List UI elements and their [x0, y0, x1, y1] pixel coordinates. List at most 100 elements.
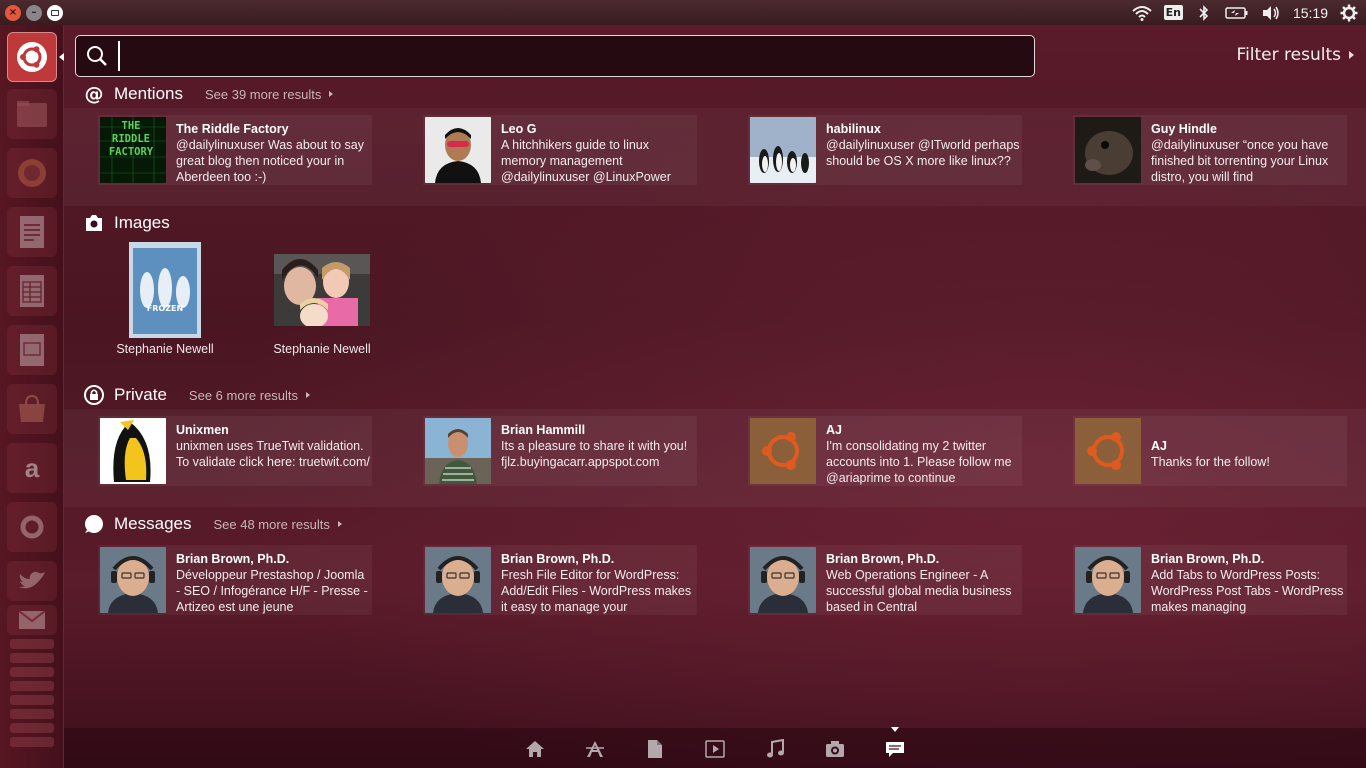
lock-icon [84, 385, 104, 405]
private-result-body: Thanks for the follow! [1151, 455, 1270, 469]
search-input[interactable] [118, 41, 1034, 71]
image-result[interactable]: Stephanie Newell [252, 242, 392, 356]
launcher: a [0, 25, 64, 768]
private-result[interactable]: AJ Thanks for the follow! [1073, 416, 1347, 486]
see-more-label: See 39 more results [204, 86, 322, 102]
launcher-stack-item[interactable] [10, 639, 54, 649]
launcher-stack-item[interactable] [10, 723, 54, 733]
filter-results-button[interactable]: Filter results [1237, 45, 1354, 65]
message-result[interactable]: Brian Brown, Ph.D. Web Operations Engine… [748, 545, 1022, 615]
at-sign-icon: @ [84, 83, 104, 105]
guy-hindle-avatar [1075, 117, 1141, 183]
settings-icon[interactable] [7, 502, 57, 552]
private-see-more[interactable]: See 6 more results [188, 387, 311, 403]
mention-text: Guy Hindle @dailylinuxuser “once you hav… [1151, 121, 1345, 185]
wifi-icon[interactable] [1131, 3, 1152, 23]
twitter-icon[interactable] [7, 561, 57, 601]
mention-title: Leo G [501, 122, 537, 136]
private-result-body: I'm consolidating my 2 twitter accounts … [826, 439, 1012, 485]
home-lens-icon[interactable] [525, 739, 545, 759]
music-lens-icon[interactable] [765, 739, 785, 759]
penguins-avatar [750, 117, 816, 183]
message-text: Brian Brown, Ph.D. Fresh File Editor for… [501, 551, 695, 615]
riddle-factory-thumb-text: THE RIDDLE FACTORY [108, 120, 154, 158]
chevron-right-icon [1349, 51, 1354, 59]
volume-icon[interactable] [1261, 3, 1281, 23]
brian-hammill-avatar [425, 418, 491, 484]
private-title: Private [114, 385, 167, 404]
launcher-stack-item[interactable] [10, 653, 54, 663]
mention-body: @dailylinuxuser “once you have finished … [1151, 138, 1329, 184]
video-lens-icon[interactable] [705, 739, 725, 759]
chevron-right-icon [329, 91, 334, 97]
launcher-stack-item[interactable] [10, 695, 54, 705]
private-text: AJ Thanks for the follow! [1151, 438, 1270, 502]
aj-ubuntu-avatar [1075, 418, 1141, 484]
apps-lens-icon[interactable] [585, 739, 605, 759]
messages-header: Messages See 48 more results [84, 514, 342, 534]
social-lens-icon[interactable] [885, 727, 905, 759]
mention-result[interactable]: Guy Hindle @dailylinuxuser “once you hav… [1073, 115, 1347, 185]
mention-body: @dailylinuxuser Was about to say great b… [176, 138, 365, 184]
mention-result[interactable]: Leo G A hitchhikers guide to linux memor… [423, 115, 697, 185]
firefox-icon[interactable] [7, 148, 57, 198]
private-result[interactable]: Brian Hammill Its a pleasure to share it… [423, 416, 697, 486]
close-icon[interactable]: × [5, 4, 21, 21]
mentions-see-more[interactable]: See 39 more results [204, 86, 334, 102]
message-result[interactable]: Brian Brown, Ph.D. Add Tabs to WordPress… [1073, 545, 1347, 615]
launcher-stack-item[interactable] [10, 709, 54, 719]
dash: Filter results @ Mentions See 39 more re… [64, 25, 1366, 768]
keyboard-layout-indicator[interactable]: En [1163, 3, 1183, 23]
amazon-glyph: a [24, 452, 40, 483]
mention-result[interactable]: habilinux @dailylinuxuser @ITworld perha… [748, 115, 1022, 185]
launcher-stack-item[interactable] [10, 667, 54, 677]
message-title: Brian Brown, Ph.D. [176, 552, 290, 566]
files-lens-icon[interactable] [645, 739, 665, 759]
image-caption: Stephanie Newell [116, 342, 214, 356]
message-result[interactable]: Brian Brown, Ph.D. Fresh File Editor for… [423, 545, 697, 615]
window-controls: × – [0, 4, 63, 21]
writer-icon[interactable] [7, 207, 57, 257]
keyboard-layout-label: En [1163, 5, 1183, 20]
private-result[interactable]: AJ I'm consolidating my 2 twitter accoun… [748, 416, 1022, 486]
private-text: Unixmen unixmen uses TrueTwit validation… [176, 422, 370, 486]
gear-icon[interactable] [1340, 3, 1358, 23]
files-icon[interactable] [7, 89, 57, 139]
brian-brown-avatar [425, 547, 491, 613]
private-result[interactable]: Unixmen unixmen uses TrueTwit validation… [98, 416, 372, 486]
unixmen-avatar [100, 418, 166, 484]
message-text: Brian Brown, Ph.D. Add Tabs to WordPress… [1151, 551, 1345, 615]
gmail-icon[interactable] [7, 605, 57, 635]
minimize-icon[interactable]: – [26, 4, 42, 21]
active-lens-pointer [891, 727, 899, 732]
photo-lens-icon[interactable] [825, 739, 845, 759]
amazon-icon[interactable]: a [7, 443, 57, 493]
calc-icon[interactable] [7, 266, 57, 316]
messages-see-more[interactable]: See 48 more results [213, 517, 342, 532]
mention-title: habilinux [826, 122, 881, 136]
search-icon [76, 35, 118, 77]
maximize-icon[interactable] [47, 4, 63, 21]
message-text: Brian Brown, Ph.D. Développeur Prestasho… [176, 551, 370, 615]
search-bar[interactable] [75, 35, 1035, 77]
mention-body: A hitchhikers guide to linux memory mana… [501, 138, 671, 184]
private-result-title: Brian Hammill [501, 423, 586, 437]
private-header: Private See 6 more results [84, 385, 311, 405]
mention-title: The Riddle Factory [176, 122, 289, 136]
clock[interactable]: 15:19 [1293, 3, 1328, 23]
brian-brown-avatar [100, 547, 166, 613]
launcher-stack-item[interactable] [10, 681, 54, 691]
mention-text: The Riddle Factory @dailylinuxuser Was a… [176, 121, 370, 185]
message-result[interactable]: Brian Brown, Ph.D. Développeur Prestasho… [98, 545, 372, 615]
see-more-label: See 6 more results [188, 387, 299, 403]
launcher-stack-item[interactable] [10, 737, 54, 747]
battery-icon[interactable] [1225, 3, 1249, 23]
image-result[interactable]: FROZEN Stephanie Newell [95, 242, 235, 356]
bluetooth-icon[interactable] [1195, 3, 1213, 23]
mention-text: habilinux @dailylinuxuser @ITworld perha… [826, 121, 1020, 185]
ubuntu-dash-icon[interactable] [7, 32, 57, 82]
message-body: Fresh File Editor for WordPress: Add/Edi… [501, 568, 692, 614]
software-center-icon[interactable] [7, 384, 57, 434]
family-image [274, 242, 370, 338]
impress-icon[interactable] [7, 325, 57, 375]
